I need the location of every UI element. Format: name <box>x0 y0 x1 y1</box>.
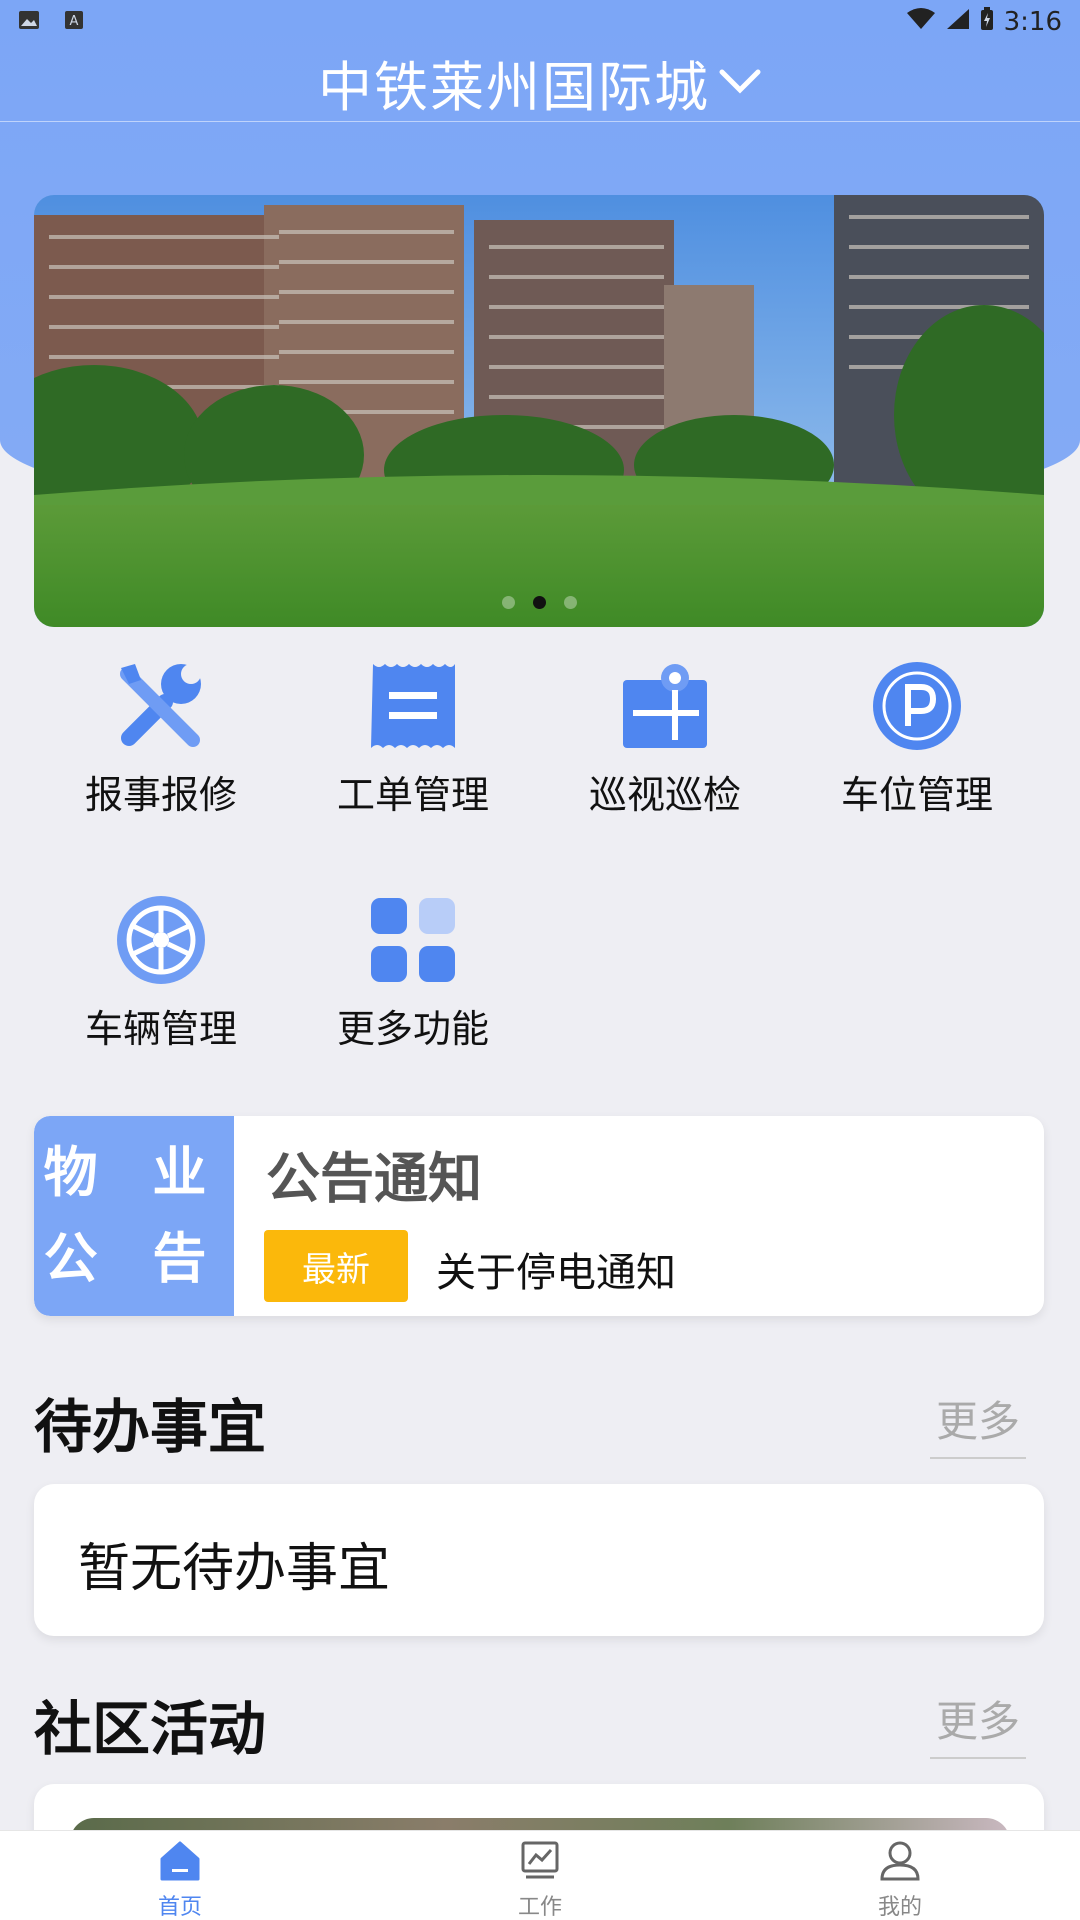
tab-label: 我的 <box>877 1895 922 1920</box>
banner-image <box>34 195 1044 627</box>
carousel-indicator <box>34 596 1044 609</box>
notice-card[interactable]: 物 业 公 告 公告通知 最新 关于停电通知 <box>34 1116 1044 1316</box>
community-section-title: 社区活动 <box>34 1695 267 1763</box>
more-grid-icon <box>367 894 459 986</box>
wifi-icon <box>906 7 936 37</box>
status-bar: A 3:16 <box>0 0 1080 44</box>
menu-vehicle[interactable]: 车辆管理 <box>61 874 261 1074</box>
signal-icon <box>946 7 970 37</box>
menu-label: 巡视巡检 <box>588 773 741 817</box>
tab-mine[interactable]: 我的 <box>720 1831 1080 1920</box>
notice-tag-line: 物 业 <box>43 1140 225 1204</box>
notice-text[interactable]: 关于停电通知 <box>436 1240 676 1298</box>
menu-repair[interactable]: 报事报修 <box>61 640 261 840</box>
home-icon <box>158 1839 202 1887</box>
tab-label: 首页 <box>157 1895 202 1920</box>
font-icon: A <box>64 7 84 37</box>
parking-icon <box>871 660 963 752</box>
todo-card: 暂无待办事宜 <box>34 1484 1044 1636</box>
menu-label: 车位管理 <box>840 773 993 817</box>
carousel-dot[interactable] <box>501 596 515 609</box>
menu-inspection[interactable]: 巡视巡检 <box>565 640 765 840</box>
menu-label: 报事报修 <box>84 773 237 817</box>
page-title: 中铁莱州国际城 <box>318 56 710 119</box>
chevron-down-icon <box>718 66 762 100</box>
notice-tag-line: 公 告 <box>43 1227 225 1290</box>
menu-label: 工单管理 <box>336 773 489 817</box>
community-more-link[interactable]: 更多 <box>930 1688 1027 1759</box>
todo-empty-text: 暂无待办事宜 <box>78 1539 391 1599</box>
chart-board-icon <box>518 1839 562 1887</box>
todo-more-link[interactable]: 更多 <box>930 1388 1027 1459</box>
menu-parking[interactable]: 车位管理 <box>817 640 1017 840</box>
repair-tools-icon <box>115 660 207 752</box>
inspection-icon <box>619 660 711 752</box>
image-icon <box>18 7 40 37</box>
menu-label: 车辆管理 <box>84 1007 237 1051</box>
banner-carousel[interactable] <box>34 195 1044 627</box>
carousel-dot[interactable] <box>563 596 577 609</box>
home-page: A 3:16 中铁莱州国际城 报事报修 工单管理 巡视巡检 车位管理 车辆管理 … <box>0 0 1080 1920</box>
battery-icon <box>980 6 994 38</box>
menu-work-order[interactable]: 工单管理 <box>313 640 513 840</box>
community-selector[interactable]: 中铁莱州国际城 <box>0 44 1080 122</box>
tab-home[interactable]: 首页 <box>0 1831 360 1920</box>
clock: 3:16 <box>1003 7 1062 37</box>
user-icon <box>878 1839 922 1887</box>
menu-label: 更多功能 <box>336 1007 489 1051</box>
new-badge: 最新 <box>264 1230 408 1302</box>
svg-text:A: A <box>70 14 79 29</box>
bottom-tab-bar: 首页 工作 我的 <box>0 1830 1080 1920</box>
wheel-icon <box>115 894 207 986</box>
menu-more[interactable]: 更多功能 <box>313 874 513 1074</box>
notice-title: 公告通知 <box>266 1147 482 1210</box>
todo-section-title: 待办事宜 <box>34 1393 267 1461</box>
carousel-dot-active[interactable] <box>532 596 546 609</box>
work-order-icon <box>367 660 459 752</box>
notice-tag: 物 业 公 告 <box>34 1116 234 1316</box>
tab-work[interactable]: 工作 <box>360 1831 720 1920</box>
tab-label: 工作 <box>517 1895 562 1920</box>
